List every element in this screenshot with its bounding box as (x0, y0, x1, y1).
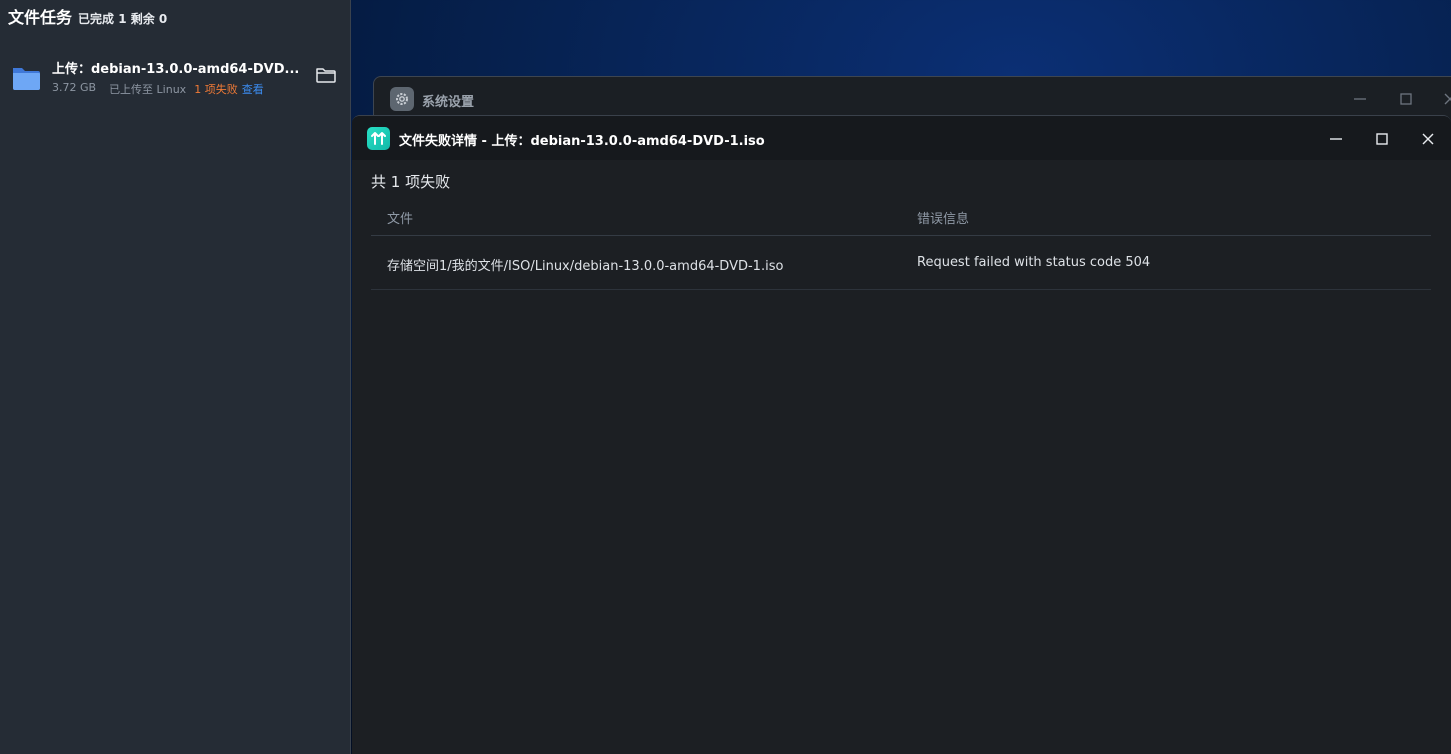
view-failures-link[interactable]: 查看 (242, 81, 264, 97)
failure-details-titlebar[interactable]: 文件失败详情 - 上传：debian-13.0.0-amd64-DVD-1.is… (352, 116, 1451, 160)
failure-table: 文件 错误信息 存储空间1/我的文件/ISO/Linux/debian-13.0… (371, 200, 1431, 290)
task-item-name: 上传：debian-13.0.0-amd64-DVD... (52, 62, 300, 77)
gear-icon (390, 87, 414, 111)
transfer-app-icon (367, 127, 390, 150)
failure-details-window: 文件失败详情 - 上传：debian-13.0.0-amd64-DVD-1.is… (352, 115, 1451, 754)
table-header: 文件 错误信息 (371, 200, 1431, 236)
task-panel-title: 文件任务 (8, 8, 73, 27)
maximize-icon[interactable] (1370, 127, 1394, 151)
row-error-message: Request failed with status code 504 (917, 255, 1151, 270)
task-panel-header: 文件任务 已完成 1 剩余 0 (8, 4, 167, 28)
column-header-error: 错误信息 (917, 212, 970, 227)
failure-count: 共 1 项失败 (371, 173, 451, 191)
task-item[interactable]: 上传：debian-13.0.0-amd64-DVD... 3.72 GB 已上… (0, 50, 351, 102)
file-task-panel: 文件任务 已完成 1 剩余 0 上传：debian-13.0.0-amd64-D… (0, 0, 351, 754)
open-folder-icon[interactable] (315, 65, 337, 85)
minimize-icon[interactable] (1324, 127, 1348, 151)
settings-close-icon[interactable] (1440, 89, 1451, 109)
folder-icon (13, 68, 40, 90)
column-header-file: 文件 (387, 212, 414, 227)
task-item-meta: 3.72 GB 已上传至 Linux 1 项失败 查看 (52, 81, 264, 97)
task-panel-summary: 已完成 1 剩余 0 (78, 12, 168, 26)
table-row[interactable]: 存储空间1/我的文件/ISO/Linux/debian-13.0.0-amd64… (371, 236, 1431, 290)
task-item-size: 3.72 GB (52, 81, 97, 94)
row-file-path: 存储空间1/我的文件/ISO/Linux/debian-13.0.0-amd64… (387, 259, 784, 274)
settings-maximize-icon[interactable] (1396, 89, 1416, 109)
settings-minimize-icon[interactable] (1350, 89, 1370, 109)
task-item-status: 已上传至 Linux (109, 83, 187, 96)
close-icon[interactable] (1416, 127, 1440, 151)
system-settings-title: 系统设置 (422, 95, 475, 110)
failure-details-title: 文件失败详情 - 上传：debian-13.0.0-amd64-DVD-1.is… (399, 134, 765, 149)
task-item-failed-count: 1 项失败 (194, 83, 238, 96)
